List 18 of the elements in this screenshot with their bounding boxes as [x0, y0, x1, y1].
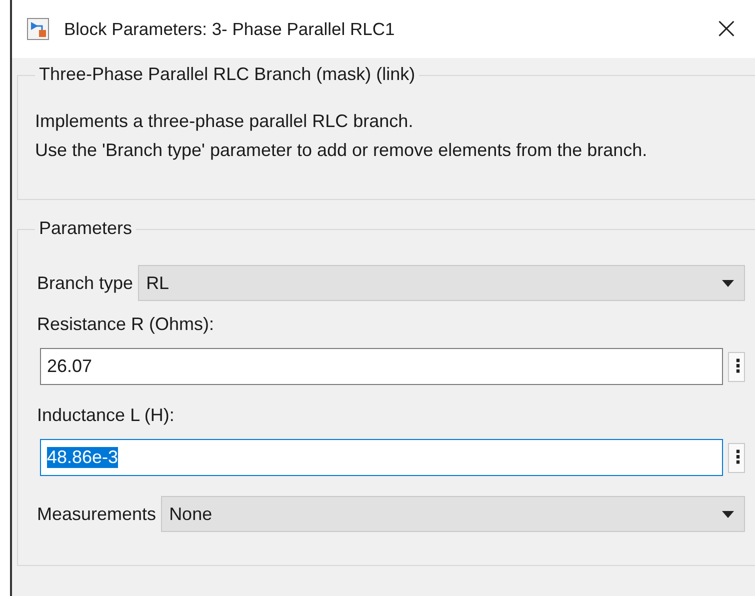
input-field[interactable]: 48.86e-3	[40, 439, 723, 476]
block-icon	[27, 18, 49, 40]
field-label: Inductance L (H):	[37, 405, 176, 426]
field-label: Resistance R (Ohms):	[37, 314, 216, 335]
field-label: Measurements	[37, 504, 156, 524]
description-text: Implements a three-phase parallel RLC branch.	[35, 110, 414, 133]
caret-icon	[722, 510, 734, 518]
description-text: Use the 'Branch type' parameter to add or remove elements from the branch.	[35, 138, 648, 162]
field-label: Branch type	[37, 272, 134, 294]
close-button[interactable]: ×	[710, 14, 743, 44]
caret-icon	[722, 280, 734, 286]
dropdown[interactable]: RL	[138, 265, 745, 301]
dropdown[interactable]: None	[161, 496, 745, 532]
more-button[interactable]: ⋮	[728, 442, 745, 472]
window-title: Block Parameters: 3- Phase Parallel RLC1	[64, 18, 395, 40]
group-title: Three-Phase Parallel RLC Branch (mask) (link)	[35, 64, 420, 85]
input-field[interactable]: 26.07	[40, 348, 723, 385]
more-button[interactable]: ⋮	[728, 352, 745, 382]
